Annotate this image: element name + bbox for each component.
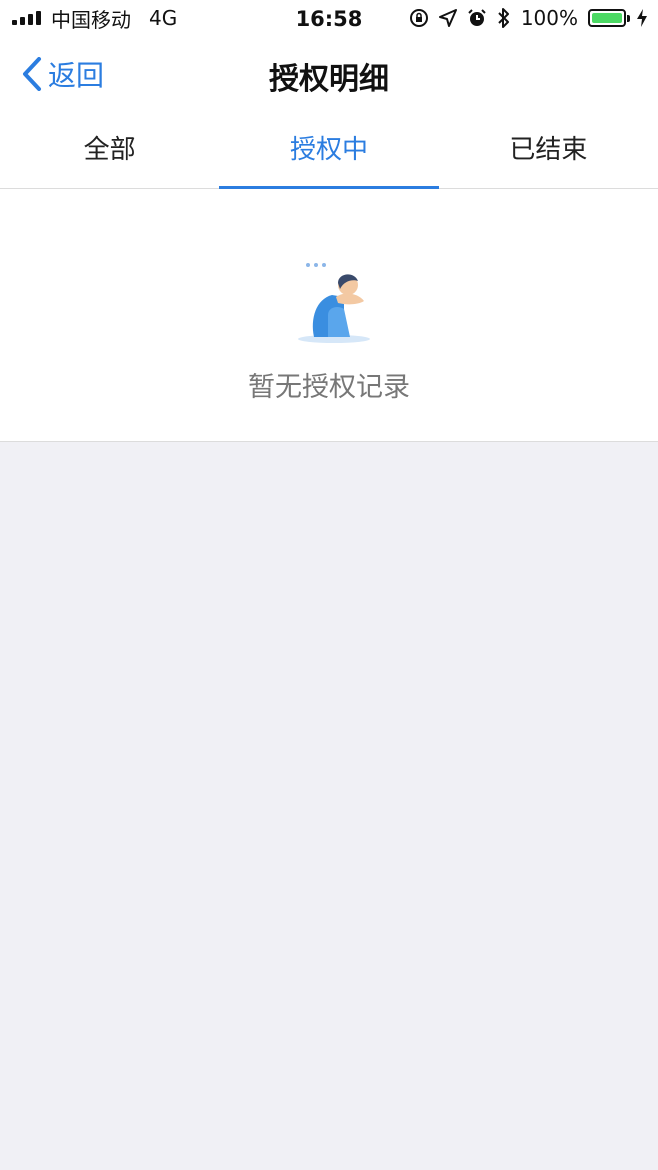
battery-percent: 100%: [520, 6, 578, 30]
page-title: 授权明细: [269, 62, 389, 97]
status-right: 100%: [409, 0, 648, 36]
tab-ended[interactable]: 已结束: [439, 112, 658, 188]
charging-icon: [637, 9, 647, 27]
location-icon: [438, 9, 457, 27]
bluetooth-icon: [498, 8, 509, 28]
tab-all[interactable]: 全部: [0, 112, 219, 188]
tab-authorizing[interactable]: 授权中: [219, 112, 439, 189]
tab-bar: 全部 授权中 已结束: [0, 112, 658, 189]
empty-message: 暂无授权记录: [248, 372, 410, 403]
navigation-bar: 返回 授权明细: [0, 36, 658, 112]
alarm-icon: [468, 9, 486, 26]
battery-icon: [588, 9, 630, 27]
sad-person-illustration: [298, 263, 370, 343]
empty-state: 暂无授权记录: [0, 189, 658, 442]
orientation-lock-icon: [409, 9, 428, 27]
status-bar: 中国移动 4G 16:58 100%: [0, 0, 658, 36]
